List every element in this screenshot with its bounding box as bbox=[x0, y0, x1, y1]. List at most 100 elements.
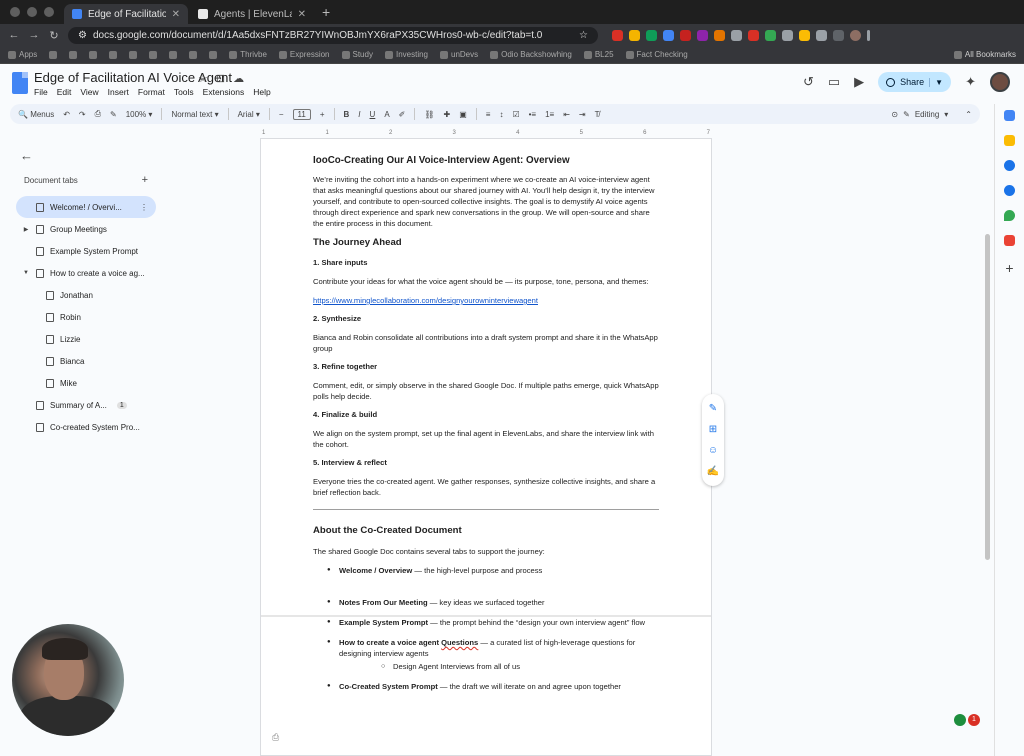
page-setup-icon[interactable]: ⎙ bbox=[272, 732, 279, 743]
paint-format-icon[interactable]: ✎ bbox=[110, 110, 117, 119]
extension-icon[interactable] bbox=[680, 29, 691, 41]
bookmark-item[interactable] bbox=[89, 50, 98, 59]
style-select[interactable]: Normal text ▾ bbox=[171, 110, 218, 119]
redo-icon[interactable]: ↷ bbox=[79, 110, 86, 119]
sidebar-tab-item[interactable]: Mike bbox=[16, 372, 156, 394]
document-content[interactable]: IooCo-Creating Our AI Voice-Interview Ag… bbox=[313, 155, 659, 701]
bulleted-list-icon[interactable]: •≡ bbox=[529, 110, 536, 119]
extension-icon[interactable] bbox=[697, 29, 708, 41]
extension-icon[interactable] bbox=[714, 29, 725, 41]
extension-icon[interactable] bbox=[646, 29, 657, 41]
sidebar-tab-item[interactable]: Co-created System Pro... bbox=[16, 416, 156, 438]
numbered-list-icon[interactable]: 1≡ bbox=[545, 110, 554, 119]
close-tab-icon[interactable]: ✕ bbox=[298, 9, 306, 20]
menu-help[interactable]: Help bbox=[253, 87, 270, 97]
scrollbar[interactable] bbox=[985, 234, 990, 560]
meet-icon[interactable]: ▶ bbox=[854, 74, 864, 90]
highlight-icon[interactable]: ✐ bbox=[399, 110, 406, 119]
status-icon[interactable] bbox=[954, 714, 966, 726]
suggest-edit-icon[interactable]: ✍ bbox=[707, 466, 719, 477]
sidebar-tab-item[interactable]: ▼ How to create a voice ag... bbox=[16, 262, 156, 284]
sidebar-tab-item[interactable]: ▶ Group Meetings bbox=[16, 218, 156, 240]
extension-icon[interactable] bbox=[799, 29, 810, 41]
add-comment-icon[interactable]: ⊞ bbox=[709, 424, 717, 435]
extension-icon[interactable] bbox=[663, 29, 674, 41]
reload-icon[interactable]: ↻ bbox=[48, 29, 60, 42]
font-size-input[interactable]: 11 bbox=[292, 108, 311, 120]
bookmark-item[interactable]: BL25 bbox=[583, 50, 614, 59]
document-page[interactable]: IooCo-Creating Our AI Voice-Interview Ag… bbox=[260, 138, 712, 756]
menu-file[interactable]: File bbox=[34, 87, 48, 97]
avatar[interactable] bbox=[990, 72, 1010, 92]
gemini-icon[interactable]: ✦ bbox=[965, 74, 976, 90]
close-window-button[interactable] bbox=[10, 7, 20, 17]
bookmark-item[interactable] bbox=[129, 50, 138, 59]
star-icon[interactable]: ☆ bbox=[198, 72, 208, 85]
extension-icon[interactable] bbox=[612, 29, 623, 41]
bookmark-item[interactable] bbox=[169, 50, 178, 59]
address-bar[interactable]: ⚙ docs.google.com/document/d/1Aa5dxsFNTz… bbox=[68, 26, 598, 44]
extension-icon[interactable] bbox=[629, 29, 640, 41]
maximize-window-button[interactable] bbox=[44, 7, 54, 17]
back-icon[interactable]: ← bbox=[8, 29, 20, 41]
all-bookmarks-button[interactable]: All Bookmarks bbox=[953, 50, 1016, 59]
move-folder-icon[interactable]: ⊡ bbox=[216, 72, 225, 85]
chevron-icon[interactable]: ▶ bbox=[22, 226, 30, 233]
bookmark-item[interactable]: Odio Backshowhing bbox=[490, 50, 572, 59]
increase-indent-icon[interactable]: ⇥ bbox=[579, 110, 586, 119]
underline-icon[interactable]: U bbox=[370, 110, 376, 119]
maps-icon[interactable] bbox=[1004, 210, 1015, 221]
bookmark-item[interactable] bbox=[69, 50, 78, 59]
bookmark-item[interactable]: Thrivbe bbox=[229, 50, 267, 59]
extension-icon[interactable] bbox=[782, 29, 793, 41]
addon-icon[interactable] bbox=[1004, 235, 1015, 246]
chrome-menu-icon[interactable] bbox=[867, 29, 870, 41]
bookmark-item[interactable]: Study bbox=[341, 50, 373, 59]
new-tab-button[interactable]: + bbox=[316, 4, 338, 24]
line-spacing-icon[interactable]: ↕ bbox=[499, 110, 503, 119]
forward-icon[interactable]: → bbox=[28, 29, 40, 41]
search-menus-button[interactable]: 🔍 Menus bbox=[18, 110, 54, 119]
share-dropdown-icon[interactable]: ▼ bbox=[929, 77, 943, 87]
bookmark-item[interactable]: Apps bbox=[8, 50, 37, 59]
sidebar-tab-item[interactable]: Jonathan bbox=[16, 284, 156, 306]
close-tab-icon[interactable]: ✕ bbox=[172, 9, 180, 20]
decrease-indent-icon[interactable]: ⇤ bbox=[563, 110, 570, 119]
calendar-icon[interactable] bbox=[1004, 110, 1015, 121]
sidebar-tab-item[interactable]: Example System Prompt bbox=[16, 240, 156, 262]
increase-font-icon[interactable]: + bbox=[320, 110, 325, 119]
extension-icon[interactable] bbox=[731, 29, 742, 41]
clear-formatting-icon[interactable]: T̸ bbox=[595, 110, 600, 119]
design-agent-link[interactable]: https://www.minglecollaboration.com/desi… bbox=[313, 296, 538, 305]
bookmark-item[interactable] bbox=[189, 50, 198, 59]
sidebar-tab-item[interactable]: Bianca bbox=[16, 350, 156, 372]
sidebar-tab-item[interactable]: Robin bbox=[16, 306, 156, 328]
ai-write-icon[interactable]: ✎ bbox=[709, 403, 717, 414]
bookmark-item[interactable] bbox=[109, 50, 118, 59]
sidebar-tab-item[interactable]: Summary of A... 1 bbox=[16, 394, 156, 416]
bookmark-item[interactable]: Expression bbox=[278, 50, 330, 59]
profile-icon[interactable] bbox=[850, 29, 861, 41]
comment-icon[interactable]: ✚ bbox=[444, 110, 451, 119]
sidebar-tab-item[interactable]: Lizzie bbox=[16, 328, 156, 350]
bookmark-item[interactable] bbox=[49, 50, 58, 59]
bookmark-item[interactable] bbox=[209, 50, 218, 59]
cloud-status-icon[interactable]: ☁ bbox=[233, 72, 244, 85]
print-icon[interactable]: ⎙ bbox=[95, 109, 101, 119]
comments-icon[interactable]: ▭ bbox=[828, 74, 840, 90]
bookmark-item[interactable]: Investing bbox=[384, 50, 428, 59]
notification-badge[interactable]: 1 bbox=[968, 714, 980, 726]
keep-icon[interactable] bbox=[1004, 135, 1015, 146]
align-icon[interactable]: ≡ bbox=[486, 110, 491, 119]
browser-tab-elevenlabs[interactable]: Agents | ElevenLabs ✕ bbox=[190, 4, 314, 24]
extension-icon[interactable] bbox=[765, 29, 776, 41]
italic-icon[interactable]: I bbox=[358, 110, 360, 119]
menu-extensions[interactable]: Extensions bbox=[203, 87, 245, 97]
menu-tools[interactable]: Tools bbox=[174, 87, 194, 97]
share-button[interactable]: Share ▼ bbox=[878, 72, 952, 92]
menu-format[interactable]: Format bbox=[138, 87, 165, 97]
sidebar-tab-item[interactable]: Welcome! / Overvi... ⋮ bbox=[16, 196, 156, 218]
docs-logo-icon[interactable] bbox=[12, 72, 28, 94]
font-select[interactable]: Arial ▾ bbox=[238, 110, 260, 119]
editing-mode-select[interactable]: ⊙ ✎ Editing ▾ ⌃ bbox=[891, 110, 972, 119]
